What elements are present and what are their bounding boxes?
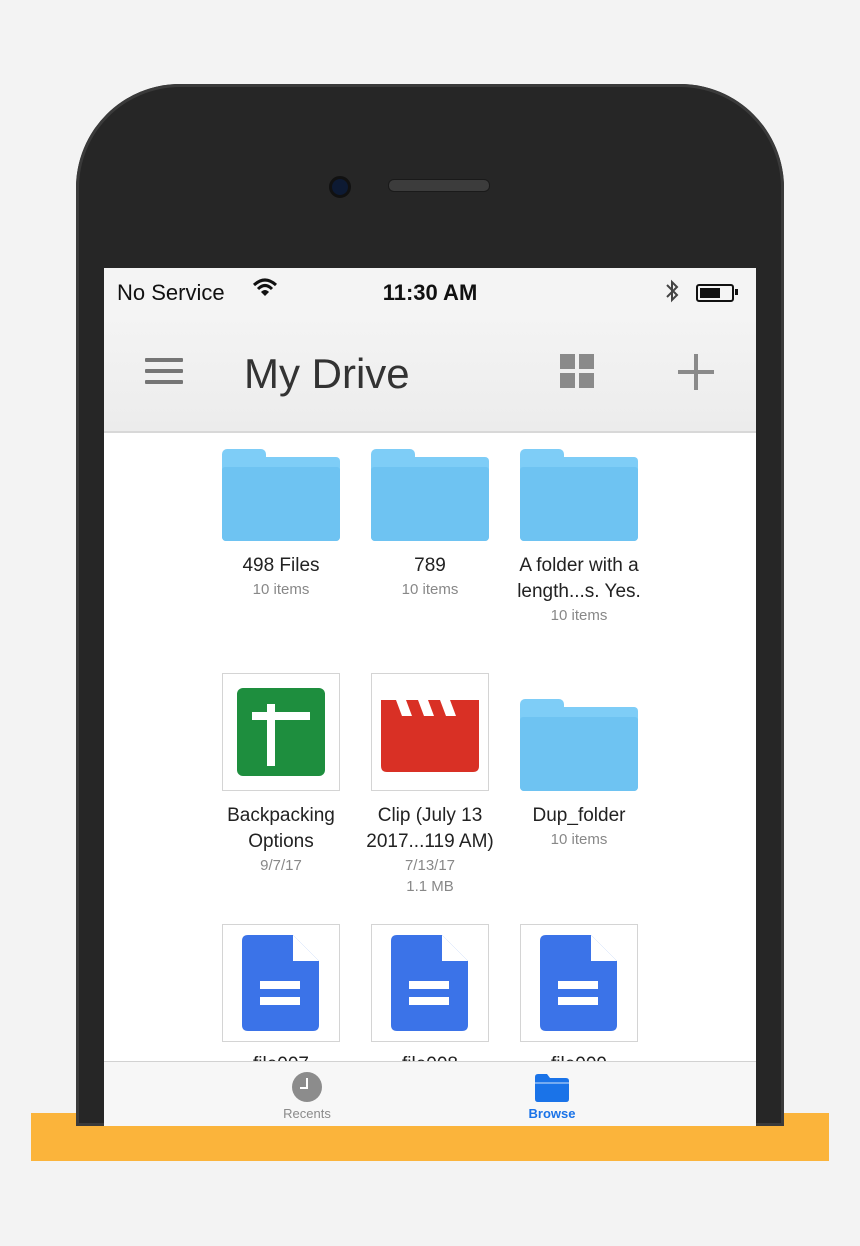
folder-icon [222, 449, 340, 541]
file-item-video[interactable]: Clip (July 13 2017...119 AM) 7/13/17 1.1 M… [355, 673, 505, 897]
battery-icon [696, 284, 738, 302]
file-item-document[interactable]: file008 [355, 924, 505, 1061]
item-meta: 7/13/17 1.1 MB [404, 857, 456, 895]
file-item-document[interactable]: file007 [206, 924, 356, 1061]
bottom-tab-bar: Recents Browse [104, 1061, 756, 1126]
file-thumbnail [222, 924, 340, 1042]
file-item-spreadsheet[interactable]: Backpacking Options 9/7/17 [206, 673, 356, 876]
folder-item[interactable]: 789 10 items [355, 433, 505, 600]
item-name: 789 [414, 555, 446, 576]
item-name: 498 Files [242, 555, 320, 576]
bluetooth-icon [664, 278, 680, 310]
folder-icon [520, 449, 638, 541]
folder-icon [535, 1074, 569, 1102]
item-meta: 10 items [401, 581, 459, 598]
item-name: Dup_folder [532, 805, 626, 826]
tab-browse[interactable]: Browse [492, 1072, 612, 1121]
file-grid: 498 Files 10 items 789 10 items A folder… [104, 433, 756, 1061]
item-meta: 10 items [252, 581, 310, 598]
item-name: A folder with a length...s. Yes. [517, 555, 641, 602]
file-thumbnail [222, 673, 340, 791]
folder-item[interactable]: 498 Files 10 items [206, 433, 356, 600]
folder-item[interactable]: Dup_folder 10 items [504, 683, 654, 850]
front-camera [329, 176, 351, 198]
google-docs-icon [391, 935, 468, 1031]
tab-recents[interactable]: Recents [247, 1072, 367, 1121]
file-thumbnail [520, 924, 638, 1042]
earpiece-speaker [388, 179, 490, 192]
item-name: file009 [504, 1054, 654, 1061]
folder-icon [520, 699, 638, 791]
video-clapper-icon [381, 700, 479, 772]
app-screen: No Service 11:30 AM My Drive 498 Files 1… [104, 268, 756, 1126]
clock-time: 11:30 AM [382, 280, 478, 305]
item-name: file007 [206, 1054, 356, 1061]
grid-view-icon[interactable] [560, 354, 594, 388]
item-name: file008 [355, 1054, 505, 1061]
status-bar: No Service 11:30 AM [104, 268, 756, 314]
file-thumbnail [371, 924, 489, 1042]
clock-icon [292, 1072, 322, 1102]
folder-item[interactable]: A folder with a length...s. Yes. 10 items [504, 433, 654, 626]
google-sheets-icon [237, 688, 325, 776]
item-name: Clip (July 13 2017...119 AM) [366, 805, 494, 852]
file-item-document[interactable]: file009 [504, 924, 654, 1061]
item-meta: 9/7/17 [260, 857, 302, 874]
menu-icon[interactable] [145, 358, 183, 386]
folder-icon [371, 449, 489, 541]
file-thumbnail [371, 673, 489, 791]
tab-label: Browse [528, 1106, 576, 1121]
page-title: My Drive [244, 350, 410, 397]
add-icon[interactable] [678, 354, 714, 390]
google-docs-icon [242, 935, 319, 1031]
google-docs-icon [540, 935, 617, 1031]
tab-label: Recents [283, 1106, 331, 1121]
item-name: Backpacking Options [227, 805, 335, 852]
app-bar: My Drive [104, 314, 756, 433]
item-meta: 10 items [550, 831, 608, 848]
item-meta: 10 items [550, 607, 608, 624]
